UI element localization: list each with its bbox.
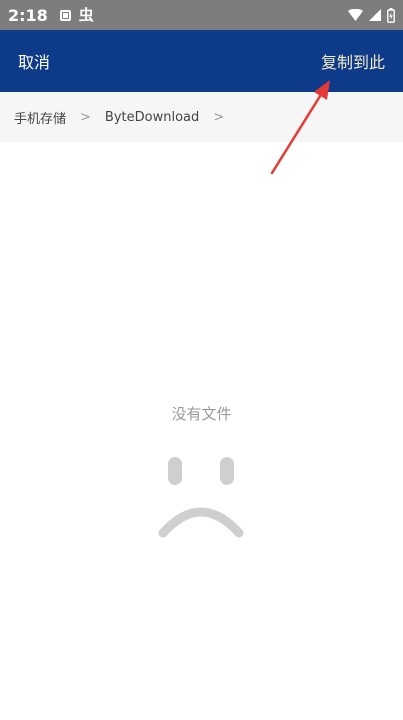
battery-icon <box>387 7 395 23</box>
wifi-icon <box>348 9 363 21</box>
breadcrumb: 手机存储 > ByteDownload > <box>0 92 403 142</box>
cancel-button[interactable]: 取消 <box>18 49 50 73</box>
notification-box-icon <box>59 9 71 21</box>
app-bar: 取消 复制到此 <box>0 30 403 92</box>
signal-icon <box>369 9 381 21</box>
status-left-icons: 虫 <box>59 5 94 24</box>
status-bar: 2:18 虫 <box>0 0 403 30</box>
empty-state-message: 没有文件 <box>171 405 232 423</box>
copy-here-button[interactable]: 复制到此 <box>321 49 385 73</box>
status-time: 2:18 <box>8 5 48 25</box>
breadcrumb-item-phone-storage[interactable]: 手机存储 <box>14 108 66 127</box>
breadcrumb-item-bytedownload[interactable]: ByteDownload <box>105 110 199 125</box>
bug-icon: 虫 <box>78 5 94 24</box>
breadcrumb-separator-icon: > <box>80 109 91 125</box>
breadcrumb-separator-icon: > <box>213 109 225 125</box>
sad-face-icon <box>158 457 244 538</box>
status-right-icons <box>348 7 395 23</box>
